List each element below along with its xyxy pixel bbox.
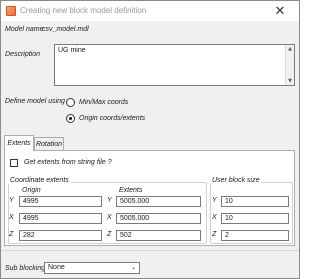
block-x-axis-label: X	[212, 214, 217, 221]
sub-blocking-label: Sub blocking	[5, 265, 46, 272]
min-max-radio-label[interactable]: Min/Max coords	[79, 99, 128, 106]
title-bar[interactable]: Creating new block model definition ✕	[1, 1, 299, 21]
block-z-field[interactable]: 2	[221, 230, 289, 241]
scroll-up-icon[interactable]: ▲	[286, 45, 294, 53]
block-y-field[interactable]: 10	[221, 196, 289, 207]
coordinate-extents-label: Coordinate extents	[8, 177, 71, 184]
sub-blocking-select[interactable]: None ⌄	[44, 262, 140, 274]
origin-extents-radio-label[interactable]: Origin coords/extents	[79, 115, 145, 122]
origin-y-axis-label: Y	[9, 197, 14, 204]
user-block-size-label: User block size	[210, 177, 262, 184]
description-scrollbar[interactable]: ▲ ▼	[285, 45, 294, 85]
block-x-field[interactable]: 10	[221, 213, 289, 224]
sub-blocking-value: None	[48, 264, 65, 271]
close-button[interactable]: ✕	[263, 2, 297, 20]
origin-column-label: Origin	[22, 187, 41, 194]
block-y-axis-label: Y	[212, 197, 217, 204]
dialog-window: Creating new block model definition ✕ Mo…	[0, 0, 300, 279]
origin-y-field[interactable]: 4995	[19, 196, 102, 207]
model-name-value: csv_model.mdl	[42, 26, 89, 33]
origin-x-axis-label: X	[9, 214, 14, 221]
extents-z-field[interactable]: 502	[116, 230, 201, 241]
origin-x-field[interactable]: 4995	[19, 213, 102, 224]
description-label: Description	[5, 51, 41, 58]
min-max-radio[interactable]	[66, 98, 75, 107]
origin-z-field[interactable]: 282	[19, 230, 102, 241]
scroll-down-icon[interactable]: ▼	[286, 77, 294, 85]
tab-extents[interactable]: Extents	[4, 135, 34, 151]
tab-rotation[interactable]: Rotation	[34, 137, 64, 151]
extents-column-label: Extents	[119, 187, 143, 194]
description-field[interactable]: UG mine ▲ ▼	[54, 44, 295, 86]
chevron-down-icon[interactable]: ⌄	[131, 264, 136, 271]
model-name-label: Model name	[5, 26, 44, 33]
block-z-axis-label: Z	[212, 231, 217, 238]
footer-separator	[1, 250, 299, 251]
extents-panel: Get extents from string file ? Coordinat…	[4, 150, 295, 246]
origin-z-axis-label: Z	[9, 231, 14, 238]
origin-extents-radio[interactable]	[66, 114, 75, 123]
string-file-label[interactable]: Get extents from string file ?	[24, 159, 112, 166]
window-title: Creating new block model definition	[20, 6, 147, 15]
extents-x-axis-label: X	[107, 214, 112, 221]
string-file-checkbox[interactable]	[10, 159, 18, 167]
extents-y-axis-label: Y	[107, 197, 112, 204]
extents-z-axis-label: Z	[107, 231, 112, 238]
app-icon	[6, 6, 16, 16]
extents-y-field[interactable]: 5005.000	[116, 196, 201, 207]
extents-x-field[interactable]: 5005.000	[116, 213, 201, 224]
define-model-label: Define model using	[5, 98, 65, 105]
description-value: UG mine	[58, 47, 86, 54]
